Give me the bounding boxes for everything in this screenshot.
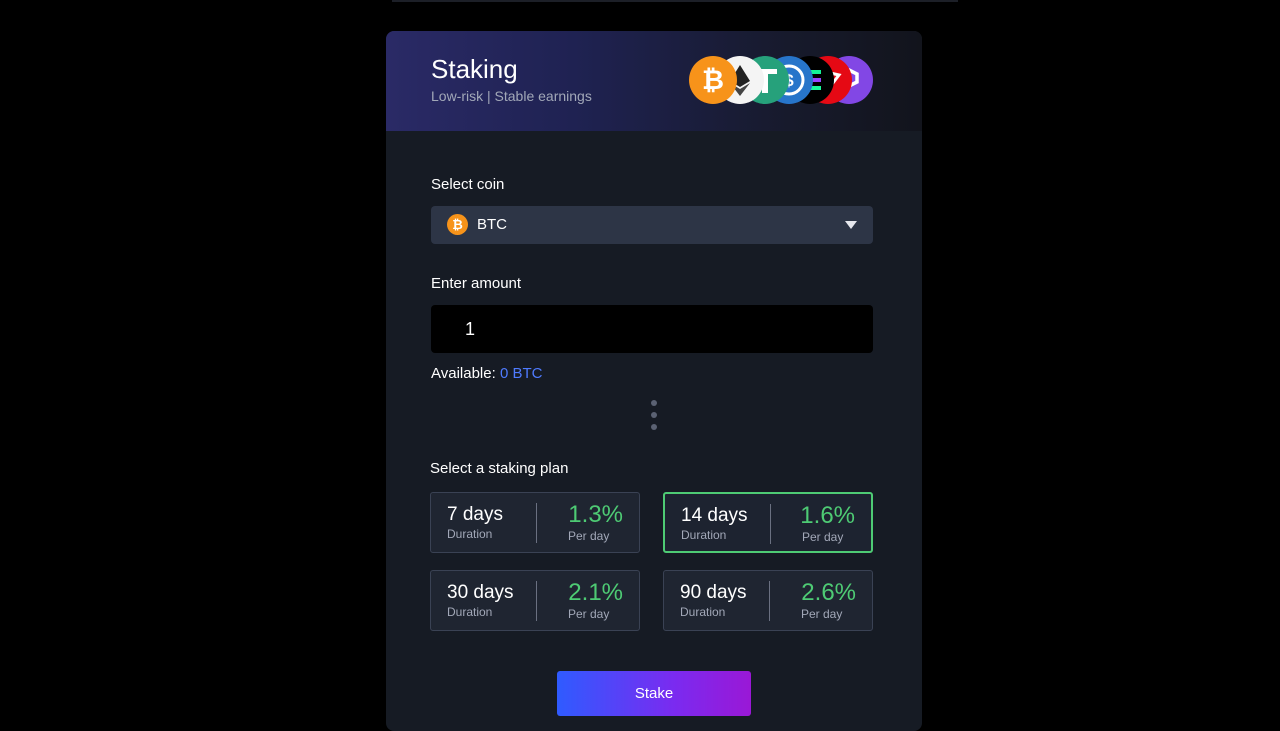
plan-rate: 2.6%	[801, 579, 856, 606]
plan-rate-label: Per day	[802, 530, 844, 544]
plan-option-90-days[interactable]: 90 days Duration 2.6% Per day	[663, 570, 873, 631]
plan-divider	[770, 504, 771, 544]
bitcoin-icon: ₿	[447, 214, 468, 235]
available-balance: Available: 0 BTC	[431, 365, 542, 382]
plan-days: 14 days	[681, 505, 748, 526]
plan-rate: 1.3%	[568, 501, 623, 528]
page-title: Staking	[431, 54, 518, 84]
plan-option-14-days[interactable]: 14 days Duration 1.6% Per day	[663, 492, 873, 553]
more-vertical-icon	[651, 400, 657, 432]
svg-text:₿: ₿	[702, 65, 724, 95]
plan-duration-label: Duration	[680, 605, 726, 619]
available-label: Available:	[431, 365, 496, 382]
plan-option-7-days[interactable]: 7 days Duration 1.3% Per day	[430, 492, 640, 553]
plan-divider	[536, 503, 537, 543]
staking-card: Staking Low-risk | Stable earnings $ ₿ S…	[386, 31, 922, 731]
coin-logos: $ ₿	[689, 56, 879, 108]
amount-input[interactable]	[431, 305, 873, 353]
page-subtitle: Low-risk | Stable earnings	[431, 88, 592, 104]
plan-duration-label: Duration	[681, 528, 727, 542]
coin-select-dropdown[interactable]: ₿ BTC	[431, 206, 873, 244]
plan-rate: 1.6%	[800, 502, 855, 529]
staking-plan-label: Select a staking plan	[430, 460, 569, 477]
plan-option-30-days[interactable]: 30 days Duration 2.1% Per day	[430, 570, 640, 631]
select-coin-label: Select coin	[431, 176, 505, 193]
plan-rate-label: Per day	[801, 607, 843, 621]
plan-days: 90 days	[680, 582, 747, 603]
plan-days: 7 days	[447, 504, 503, 525]
plan-rate: 2.1%	[568, 579, 623, 606]
plan-days: 30 days	[447, 582, 514, 603]
bitcoin-icon: ₿	[689, 56, 737, 104]
enter-amount-label: Enter amount	[431, 275, 522, 292]
top-divider	[392, 0, 958, 2]
plan-duration-label: Duration	[447, 605, 493, 619]
selected-coin: BTC	[477, 216, 507, 233]
available-value: 0 BTC	[499, 365, 543, 382]
stake-button[interactable]: Stake	[557, 671, 751, 716]
plan-rate-label: Per day	[568, 607, 610, 621]
plan-divider	[536, 581, 537, 621]
staking-header: Staking Low-risk | Stable earnings $ ₿	[386, 31, 922, 131]
plan-duration-label: Duration	[447, 527, 493, 541]
plan-rate-label: Per day	[568, 529, 610, 543]
plan-divider	[769, 581, 770, 621]
chevron-down-icon	[845, 221, 857, 229]
